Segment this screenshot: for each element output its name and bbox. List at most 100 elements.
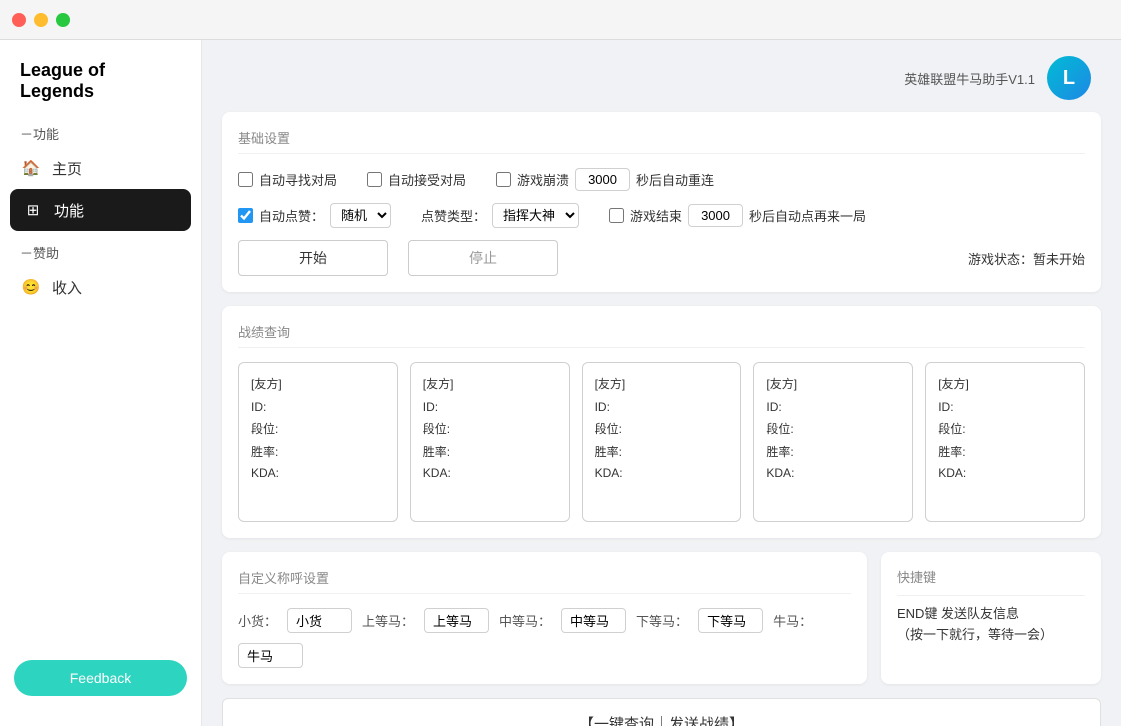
- sidebar-item-home[interactable]: 🏠 主页: [0, 147, 201, 189]
- card-3-team: [友方]: [766, 375, 900, 392]
- auto-like-checkbox-label[interactable]: 自动点赞：: [238, 206, 324, 225]
- game-end-checkbox-label[interactable]: 游戏结束: [609, 206, 682, 225]
- sidebar-item-income[interactable]: 😊 收入: [0, 266, 201, 308]
- custom-input-3[interactable]: [698, 608, 763, 633]
- battle-card-1: [友方] ID: 段位: 胜率: KDA:: [410, 362, 570, 522]
- game-end-suffix: 秒后自动点再来一局: [749, 206, 866, 225]
- sidebar-section-sponsor: －赞助: [0, 231, 201, 266]
- battle-card-2: [友方] ID: 段位: 胜率: KDA:: [582, 362, 742, 522]
- smile-icon: 😊: [20, 276, 42, 298]
- battle-card-0: [友方] ID: 段位: 胜率: KDA:: [238, 362, 398, 522]
- basic-settings-panel: 基础设置 自动寻找对局 自动接受对局 游戏崩溃 秒后自动: [222, 112, 1101, 292]
- card-1-winrate: 胜率:: [423, 443, 557, 460]
- custom-input-0[interactable]: [287, 608, 352, 633]
- game-end-input[interactable]: [688, 204, 743, 227]
- like-type-group: 点赞类型： 指挥大神 团队合作 表现出色: [421, 203, 579, 228]
- shortcut-panel: 快捷键 END键 发送队友信息 （按一下就行，等待一会）: [881, 552, 1101, 684]
- app-body: League of Legends －功能 🏠 主页 ⊞ 功能 －赞助 😊 收入…: [0, 40, 1121, 726]
- game-freeze-input[interactable]: [575, 168, 630, 191]
- game-freeze-group: 游戏崩溃 秒后自动重连: [496, 168, 714, 191]
- game-status-label: 游戏状态：: [968, 252, 1033, 267]
- custom-name-panel: 自定义称呼设置 小货： 上等马： 中等马： 下等马： 牛马：: [222, 552, 867, 684]
- sidebar-item-feature-label: 功能: [54, 200, 84, 221]
- sidebar-item-income-label: 收入: [52, 277, 82, 298]
- close-button[interactable]: [12, 13, 26, 27]
- game-freeze-suffix: 秒后自动重连: [636, 170, 714, 189]
- custom-label-1: 上等马：: [362, 611, 414, 630]
- card-4-kda: KDA:: [938, 466, 1072, 480]
- app-header: 英雄联盟牛马助手V1.1 L: [222, 56, 1101, 100]
- query-button[interactable]: 【一键查询｜发送战绩】: [222, 698, 1101, 726]
- auto-find-checkbox-label[interactable]: 自动寻找对局: [238, 170, 337, 189]
- card-1-team: [友方]: [423, 375, 557, 392]
- card-2-rank: 段位:: [595, 420, 729, 437]
- card-1-rank: 段位:: [423, 420, 557, 437]
- auto-accept-checkbox[interactable]: [367, 172, 382, 187]
- auto-like-group: 自动点赞： 随机 固定: [238, 203, 391, 228]
- auto-find-checkbox[interactable]: [238, 172, 253, 187]
- shortcut-title: 快捷键: [897, 568, 1085, 596]
- game-end-label: 游戏结束: [630, 206, 682, 225]
- like-type-select[interactable]: 指挥大神 团队合作 表现出色: [492, 203, 579, 228]
- auto-accept-checkbox-label[interactable]: 自动接受对局: [367, 170, 466, 189]
- minimize-button[interactable]: [34, 13, 48, 27]
- app-title: 英雄联盟牛马助手V1.1: [904, 69, 1035, 88]
- custom-label-4: 牛马：: [773, 611, 812, 630]
- battle-query-title: 战绩查询: [238, 322, 1085, 348]
- auto-accept-label: 自动接受对局: [388, 170, 466, 189]
- card-1-id: ID:: [423, 400, 557, 414]
- settings-row-1: 自动寻找对局 自动接受对局 游戏崩溃 秒后自动重连: [238, 168, 1085, 191]
- game-status: 游戏状态：暂未开始: [968, 249, 1085, 268]
- custom-input-2[interactable]: [561, 608, 626, 633]
- maximize-button[interactable]: [56, 13, 70, 27]
- sidebar-item-feature[interactable]: ⊞ 功能: [10, 189, 191, 231]
- main-content: 英雄联盟牛马助手V1.1 L 基础设置 自动寻找对局 自动接受对局: [202, 40, 1121, 726]
- card-3-id: ID:: [766, 400, 900, 414]
- game-end-checkbox[interactable]: [609, 208, 624, 223]
- start-button[interactable]: 开始: [238, 240, 388, 276]
- like-type-label: 点赞类型：: [421, 206, 486, 225]
- shortcut-line1: END键 发送队友信息: [897, 604, 1085, 625]
- card-4-rank: 段位:: [938, 420, 1072, 437]
- card-4-id: ID:: [938, 400, 1072, 414]
- card-3-winrate: 胜率:: [766, 443, 900, 460]
- custom-label-2: 中等马：: [499, 611, 551, 630]
- sidebar-bottom: Feedback: [0, 650, 201, 706]
- auto-like-select[interactable]: 随机 固定: [330, 203, 391, 228]
- custom-input-1[interactable]: [424, 608, 489, 633]
- card-2-id: ID:: [595, 400, 729, 414]
- game-freeze-label: 游戏崩溃: [517, 170, 569, 189]
- card-1-kda: KDA:: [423, 466, 557, 480]
- battle-query-panel: 战绩查询 [友方] ID: 段位: 胜率: KDA: [友方] ID: 段位: …: [222, 306, 1101, 538]
- shortcut-line2: （按一下就行，等待一会）: [897, 625, 1085, 646]
- auto-like-checkbox[interactable]: [238, 208, 253, 223]
- card-0-rank: 段位:: [251, 420, 385, 437]
- traffic-lights: [12, 13, 70, 27]
- settings-row-2: 自动点赞： 随机 固定 点赞类型： 指挥大神 团队合作 表现出色: [238, 203, 1085, 228]
- custom-label-0: 小货：: [238, 611, 277, 630]
- app-logo: L: [1047, 56, 1091, 100]
- stop-button[interactable]: 停止: [408, 240, 558, 276]
- auto-like-label: 自动点赞：: [259, 206, 324, 225]
- card-3-kda: KDA:: [766, 466, 900, 480]
- title-bar: [0, 0, 1121, 40]
- home-icon: 🏠: [20, 157, 42, 179]
- game-freeze-checkbox[interactable]: [496, 172, 511, 187]
- sidebar-logo: League of Legends: [0, 40, 201, 112]
- card-0-team: [友方]: [251, 375, 385, 392]
- card-2-team: [友方]: [595, 375, 729, 392]
- card-4-team: [友方]: [938, 375, 1072, 392]
- buttons-row: 开始 停止 游戏状态：暂未开始: [238, 240, 1085, 276]
- game-freeze-checkbox-label[interactable]: 游戏崩溃: [496, 170, 569, 189]
- sidebar: League of Legends －功能 🏠 主页 ⊞ 功能 －赞助 😊 收入…: [0, 40, 202, 726]
- card-4-winrate: 胜率:: [938, 443, 1072, 460]
- battle-card-3: [友方] ID: 段位: 胜率: KDA:: [753, 362, 913, 522]
- feedback-button[interactable]: Feedback: [14, 660, 187, 696]
- battle-cards: [友方] ID: 段位: 胜率: KDA: [友方] ID: 段位: 胜率: K…: [238, 362, 1085, 522]
- sidebar-section-feature: －功能: [0, 112, 201, 147]
- custom-name-title: 自定义称呼设置: [238, 568, 851, 594]
- card-2-winrate: 胜率:: [595, 443, 729, 460]
- grid-icon: ⊞: [22, 199, 44, 221]
- custom-input-4[interactable]: [238, 643, 303, 668]
- card-2-kda: KDA:: [595, 466, 729, 480]
